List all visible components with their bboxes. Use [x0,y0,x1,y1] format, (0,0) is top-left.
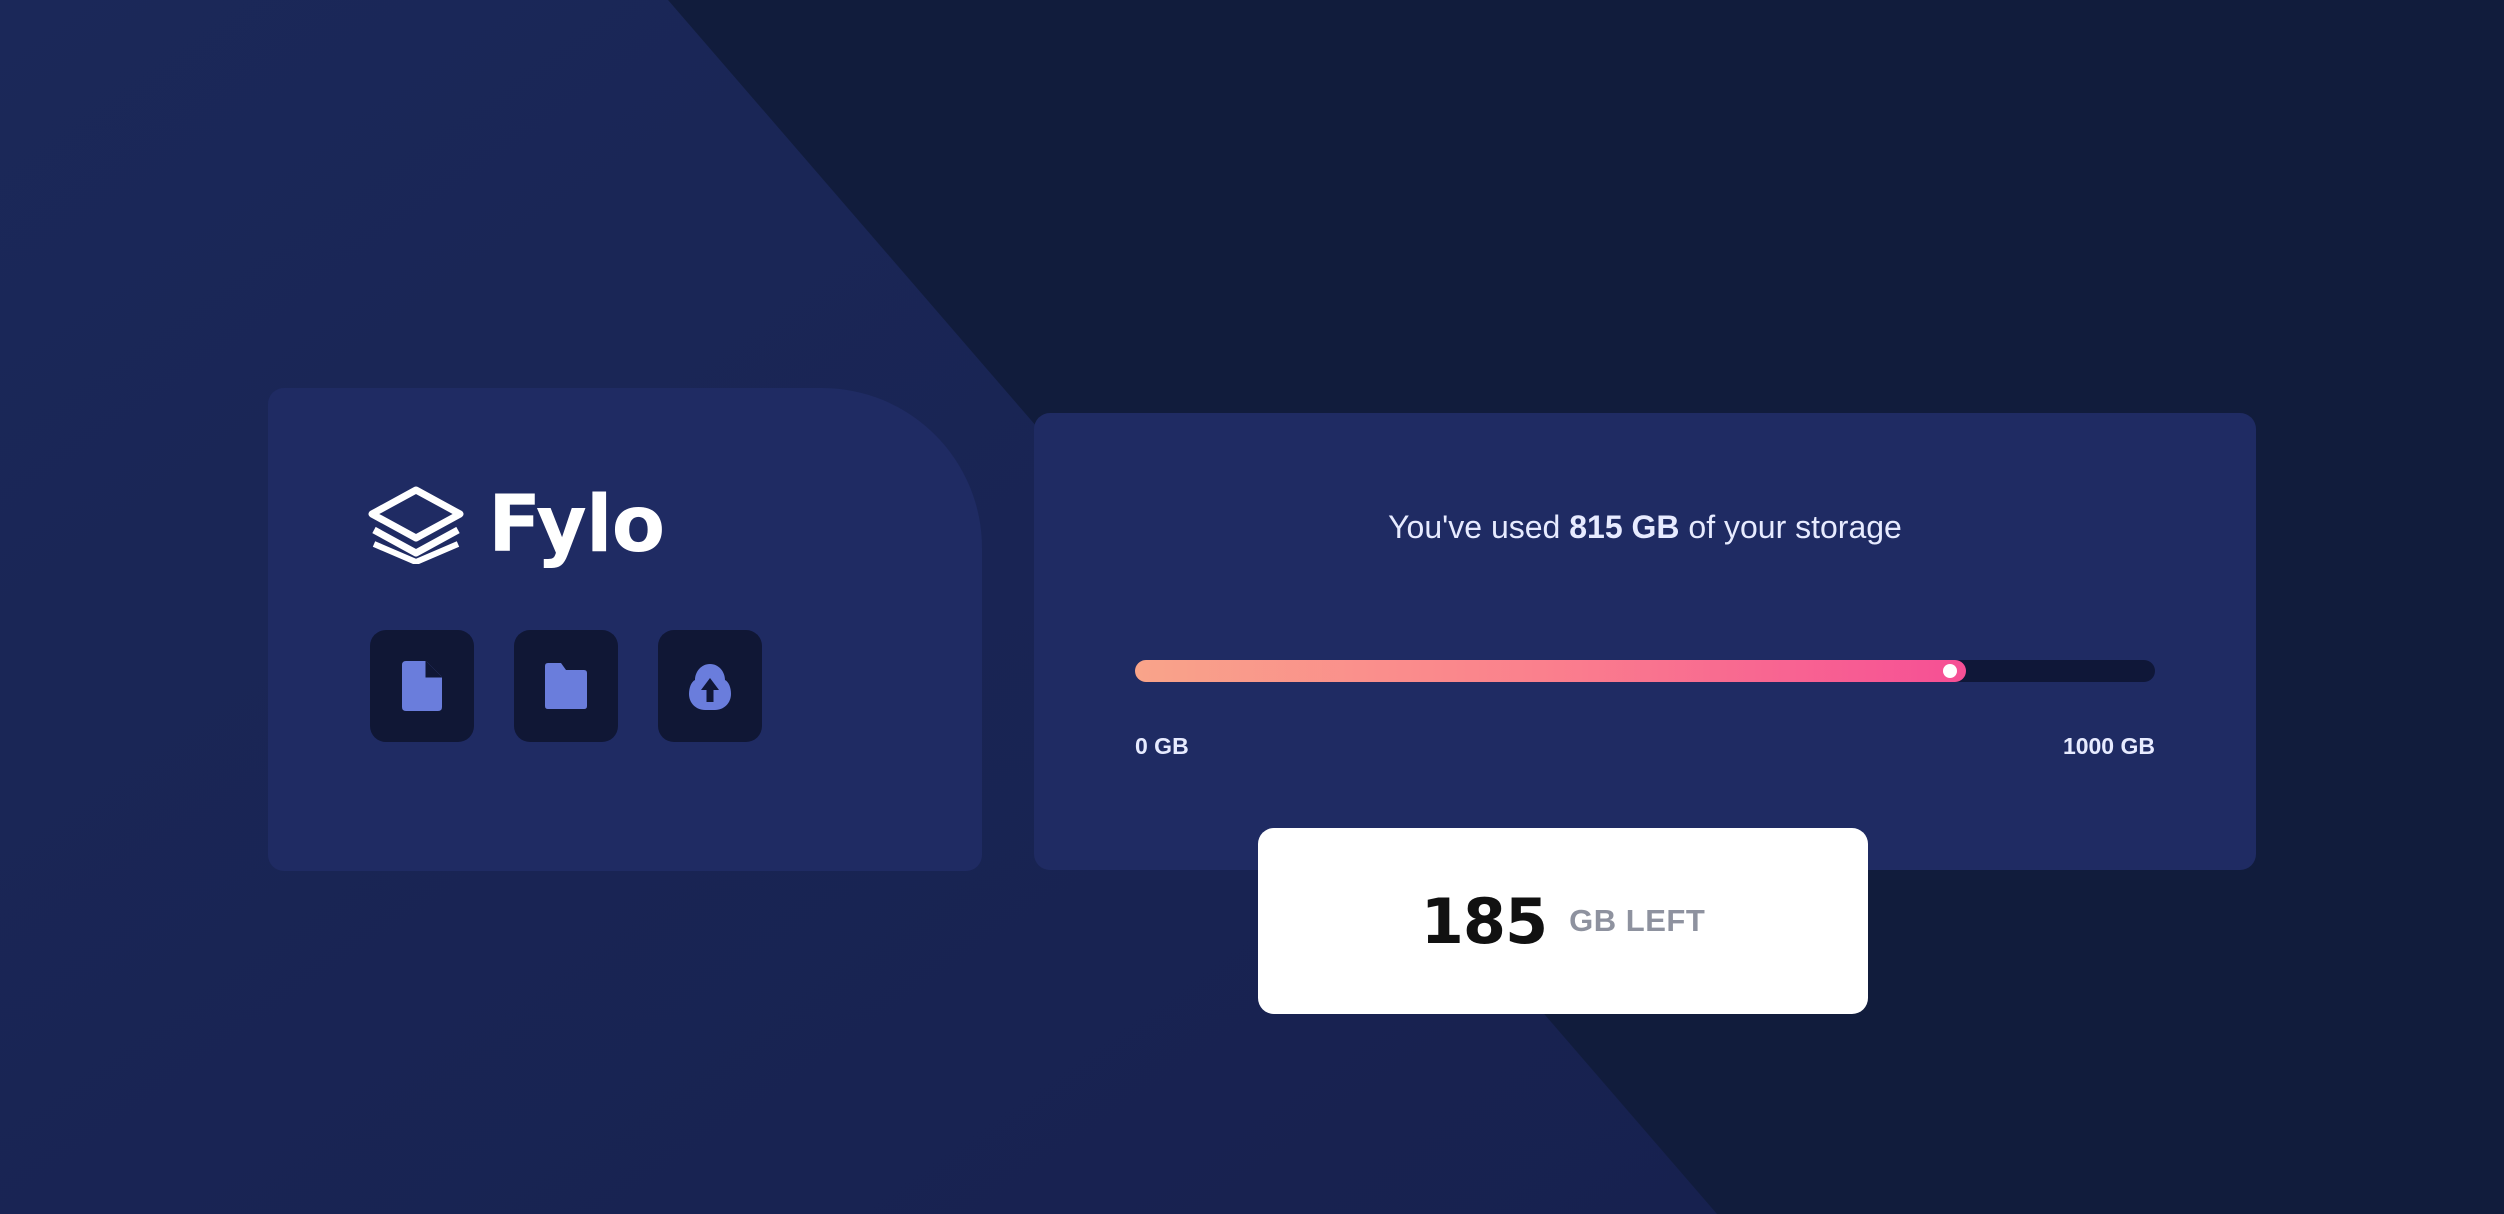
remaining-unit: GB LEFT [1569,903,1706,938]
usage-prefix: You've used [1388,509,1570,545]
document-button[interactable] [370,630,474,742]
storage-usage-card: You've used 815 GB of your storage 0 GB … [1034,413,2256,870]
layers-icon [368,486,464,564]
storage-meter-fill [1135,660,1966,682]
used-amount: 815 GB [1569,509,1680,545]
folder-button[interactable] [514,630,618,742]
upload-button[interactable] [658,630,762,742]
document-icon [402,661,442,711]
folder-icon [545,663,587,709]
meter-max-label: 1000 GB [2062,733,2155,759]
usage-summary: You've used 815 GB of your storage [1034,507,2256,549]
storage-meter [1135,660,2155,682]
upload-icon [689,664,731,710]
storage-remaining-callout: 185 GB LEFT [1258,828,1868,1014]
brand-name: Fylo [488,480,665,570]
file-actions [370,630,762,742]
usage-suffix: of your storage [1679,509,1902,545]
brand-card: Fylo [268,388,982,871]
meter-knob [1943,664,1957,678]
remaining-value: 185 [1420,884,1548,958]
meter-min-label: 0 GB [1135,733,1189,759]
fylo-logo: Fylo [368,480,665,570]
